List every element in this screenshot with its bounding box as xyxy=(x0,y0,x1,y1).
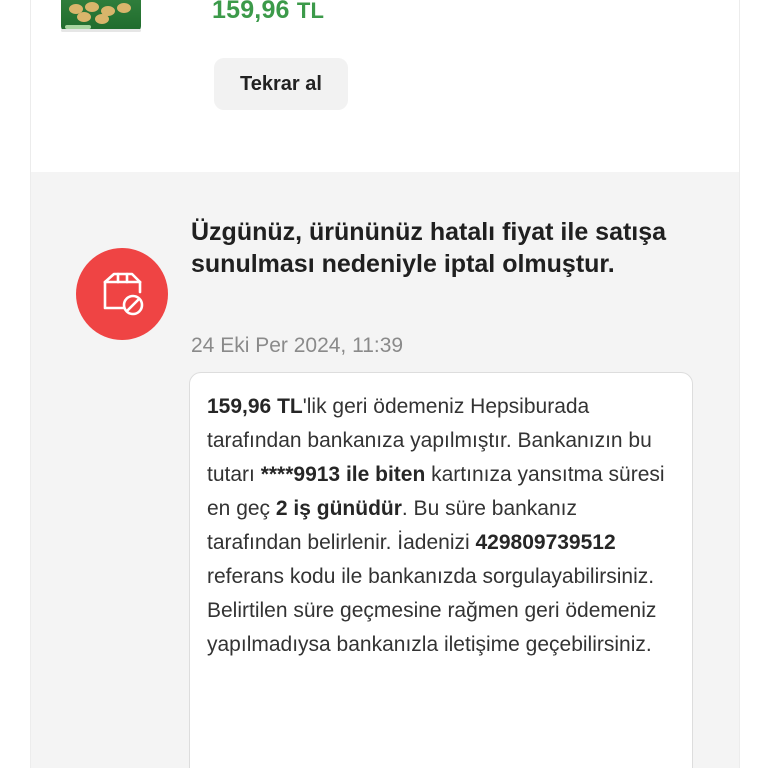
product-price: 159,96 TL xyxy=(212,0,324,25)
refund-amount: 159,96 TL xyxy=(207,395,303,418)
order-item-card: 159,96 TL Tekrar al Üzgünüz, ürününüz ha… xyxy=(30,0,740,768)
price-value: 159,96 xyxy=(212,0,290,24)
product-image[interactable] xyxy=(61,0,141,32)
package-cancel-icon xyxy=(76,248,168,340)
price-currency: TL xyxy=(296,0,325,23)
refund-message-box: 159,96 TL'lik geri ödemeniz Hepsiburada … xyxy=(189,372,693,768)
refund-duration: 2 iş günüdür xyxy=(275,497,402,520)
refund-reference: 429809739512 xyxy=(475,531,616,554)
rebuy-button[interactable]: Tekrar al xyxy=(214,58,348,110)
cancellation-section: Üzgünüz, ürününüz hatalı fiyat ile satış… xyxy=(31,172,739,768)
cancellation-headline: Üzgünüz, ürününüz hatalı fiyat ile satış… xyxy=(191,218,667,278)
product-image-shadow xyxy=(61,29,141,32)
refund-card: ****9913 ile biten xyxy=(260,463,426,486)
product-section: 159,96 TL Tekrar al xyxy=(31,0,739,172)
refund-text-4: referans kodu ile bankanızda sorgulayabi… xyxy=(207,565,657,656)
cancellation-date: 24 Eki Per 2024, 11:39 xyxy=(191,334,404,357)
